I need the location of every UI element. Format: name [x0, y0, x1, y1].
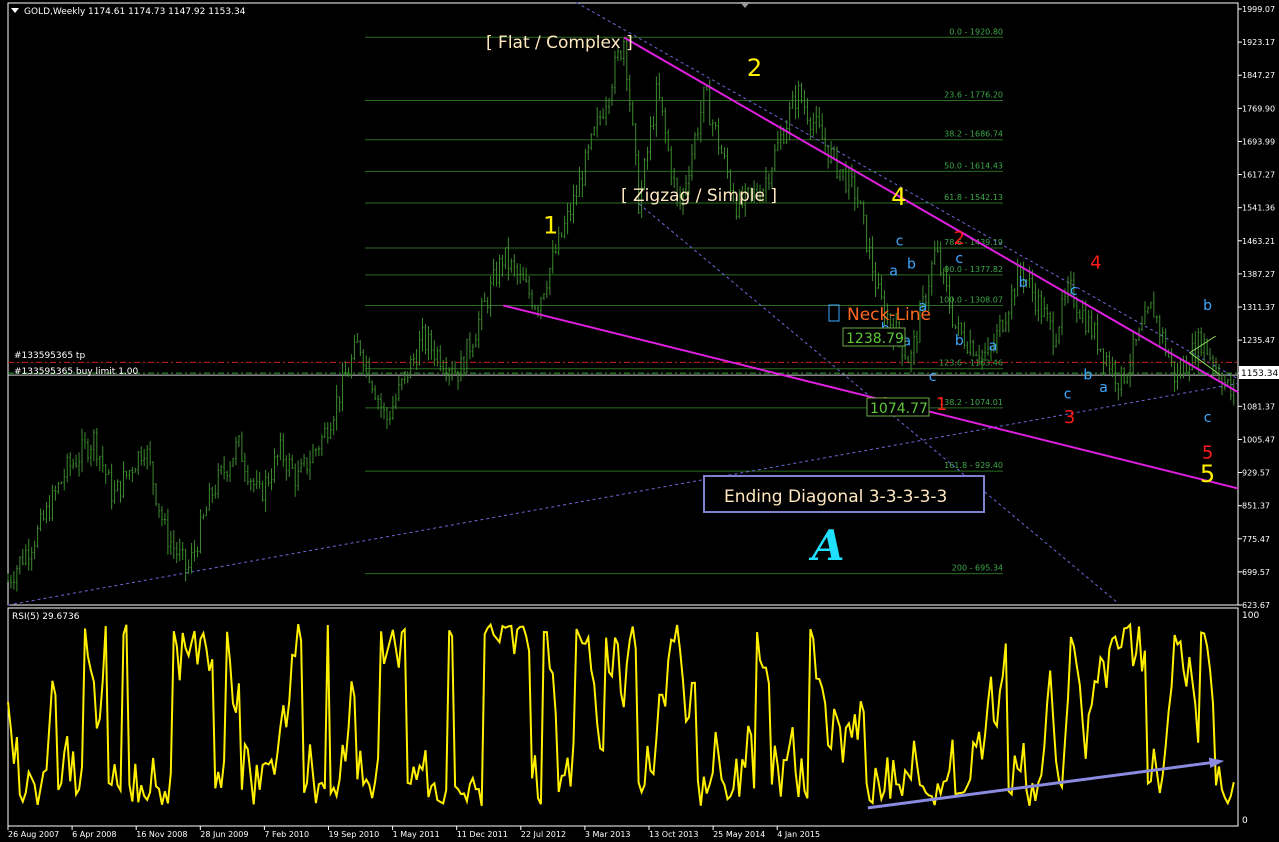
- wave-label-cyan: c: [1064, 387, 1072, 403]
- fib-label: 90.0 - 1377.82: [944, 265, 1003, 274]
- y-tick-label: 1463.21: [1242, 237, 1275, 246]
- ending-diagonal-label: Ending Diagonal 3-3-3-3-3: [724, 487, 947, 507]
- x-tick-label: 13 Oct 2013: [649, 830, 698, 839]
- wave-label-cyan: a: [889, 263, 898, 279]
- y-tick-label: 1081.37: [1242, 402, 1275, 411]
- y-tick-label: 623.67: [1242, 601, 1270, 610]
- fib-label: 123.6 - 1163.46: [939, 359, 1003, 368]
- x-tick-label: 25 May 2014: [713, 830, 765, 839]
- wave-label-cyan: b: [1019, 275, 1028, 291]
- wave-label-yellow: 4: [891, 183, 906, 211]
- fib-label: 50.0 - 1614.43: [944, 161, 1003, 170]
- background: [0, 0, 1279, 842]
- wave-label-cyan: b: [907, 256, 916, 272]
- zigzag-simple-label: [ Zigzag / Simple ]: [621, 186, 777, 206]
- x-tick-label: 6 Apr 2008: [72, 830, 116, 839]
- x-tick-label: 7 Feb 2010: [264, 830, 309, 839]
- wave-label-cyan: c: [1204, 410, 1212, 426]
- x-tick-label: 3 Mar 2013: [585, 830, 631, 839]
- x-tick-label: 22 Jul 2012: [521, 830, 566, 839]
- y-tick-label: 1541.36: [1242, 204, 1275, 213]
- chart-window: 0.0 - 1920.80 23.6 - 1776.20 38.2 - 1686.7…: [0, 0, 1279, 842]
- wave-label-red: 4: [1090, 252, 1101, 273]
- fib-label: 0.0 - 1920.80: [949, 27, 1003, 36]
- symbol-timeframe: GOLD,Weekly: [24, 7, 86, 17]
- fib-label: 200 - 695.34: [952, 564, 1003, 573]
- rsi-label: RSI(5) 29.6736: [12, 612, 80, 622]
- wave-label-red: 3: [1064, 407, 1075, 428]
- y-tick-label: 699.57: [1242, 568, 1270, 577]
- y-tick-label: 1311.37: [1242, 303, 1275, 312]
- wave-label-yellow: 2: [747, 54, 762, 82]
- wave-label-cyan: c: [955, 251, 963, 267]
- wave-label-cyan: b: [955, 333, 964, 349]
- y-tick-label: 1999.07: [1242, 5, 1275, 14]
- y-tick-label: 775.47: [1242, 535, 1270, 544]
- wave-label-red: 5: [1202, 443, 1213, 464]
- y-tick-label: 1235.47: [1242, 336, 1275, 345]
- y-tick-label: 929.57: [1242, 469, 1270, 478]
- y-tick-label: 1387.27: [1242, 270, 1275, 279]
- x-tick-label: 16 Nov 2008: [136, 830, 187, 839]
- y-tick-label: 1693.99: [1242, 137, 1275, 146]
- fib-label: 23.6 - 1776.20: [944, 91, 1003, 100]
- price-label-1074: 1074.77: [870, 401, 928, 417]
- rsi-tick-0: 0: [1242, 816, 1248, 826]
- wave-label-cyan: b: [1203, 298, 1212, 314]
- price-label-1238: 1238.79: [846, 331, 904, 347]
- rsi-tick-100: 100: [1242, 611, 1259, 621]
- wave-label-yellow: 5: [1200, 460, 1215, 488]
- wave-label-cyan: b: [1083, 367, 1092, 383]
- flat-complex-label: [ Flat / Complex ]: [486, 33, 633, 53]
- x-tick-label: 11 Dec 2011: [457, 830, 508, 839]
- y-tick-label: 1005.47: [1242, 435, 1275, 444]
- buy-limit-order-label[interactable]: #133595365 buy limit 1.00: [14, 367, 139, 377]
- y-tick-label: 1617.27: [1242, 171, 1275, 180]
- wave-label-red: 2: [954, 228, 965, 249]
- wave-label-red: 1: [936, 394, 947, 415]
- wave-label-cyan: a: [989, 339, 998, 355]
- wave-label-cyan: c: [929, 369, 937, 385]
- x-tick-label: 28 Jun 2009: [200, 830, 248, 839]
- x-tick-label: 4 Jan 2015: [777, 830, 820, 839]
- ohlc-values: 1174.61 1174.73 1147.92 1153.34: [88, 7, 246, 17]
- fib-label: 61.8 - 1542.13: [944, 193, 1003, 202]
- current-price-text: 1153.34: [1241, 369, 1278, 379]
- fib-label: 38.2 - 1686.74: [944, 130, 1003, 139]
- tp-order-label[interactable]: #133595365 tp: [14, 351, 85, 361]
- fib-label: 138.2 - 1074.01: [939, 398, 1003, 407]
- fib-label: 100.0 - 1308.07: [939, 295, 1003, 304]
- neck-line-label: Neck-Line: [847, 305, 931, 325]
- y-tick-label: 1923.17: [1242, 38, 1275, 47]
- wave-label-cyan: c: [1070, 283, 1078, 299]
- x-tick-label: 26 Aug 2007: [8, 830, 59, 839]
- y-tick-label: 1847.27: [1242, 71, 1275, 80]
- wave-label-cyan: a: [1099, 380, 1108, 396]
- watermark-logo: A: [808, 521, 845, 570]
- x-tick-label: 1 May 2011: [393, 830, 440, 839]
- y-tick-label: 1769.90: [1242, 104, 1275, 113]
- wave-label-yellow: 1: [543, 212, 558, 240]
- wave-label-cyan: c: [896, 234, 904, 250]
- y-tick-label: 851.37: [1242, 502, 1270, 511]
- x-tick-label: 19 Sep 2010: [329, 830, 380, 839]
